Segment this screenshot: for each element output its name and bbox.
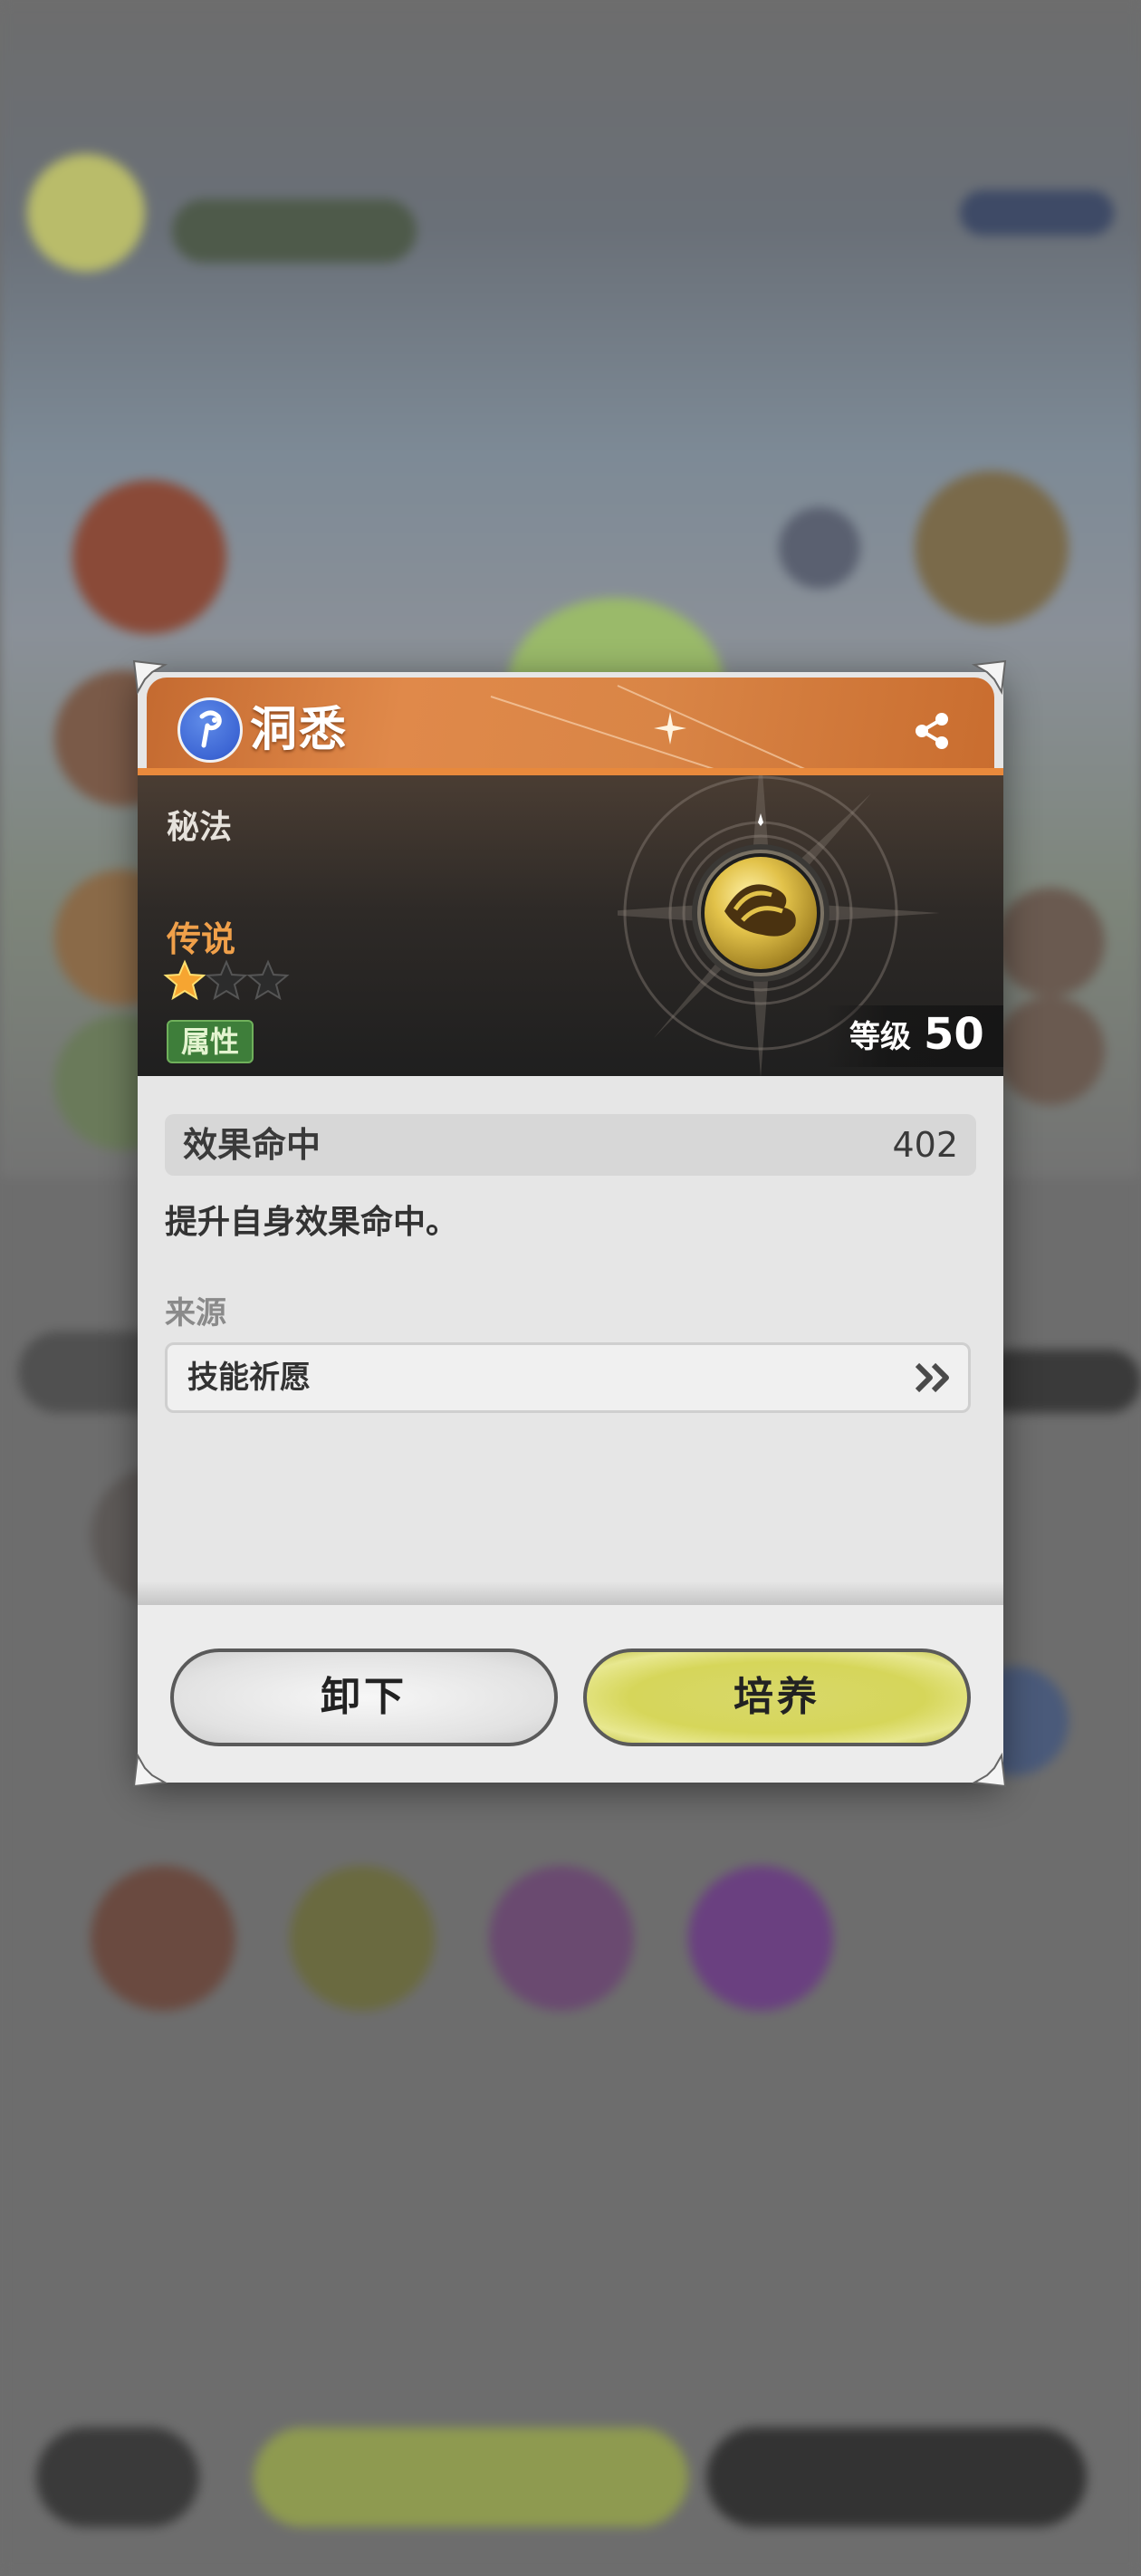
header-divider (138, 768, 1003, 775)
item-rarity: 传说 (167, 919, 236, 959)
star-filled-icon (163, 959, 206, 1001)
level-value: 50 (924, 1009, 984, 1060)
double-chevron-right-icon (915, 1362, 949, 1393)
frame-corner-icon (971, 1752, 1007, 1788)
item-detail-dialog: 洞悉 秘法 传说 属性 等级 50 效果命中 402 提升自身效果命中。 来源 … (138, 672, 1003, 1783)
stat-value: 402 (892, 1125, 958, 1165)
item-name: 洞悉 (250, 703, 349, 757)
item-category: 秘法 (167, 809, 233, 846)
train-button[interactable]: 培养 (583, 1648, 971, 1746)
star-empty-icon (205, 959, 248, 1001)
blue-sigil-icon (177, 697, 243, 763)
attribute-tag[interactable]: 属性 (167, 1020, 254, 1063)
item-description: 提升自身效果命中。 (165, 1204, 459, 1241)
stat-row: 效果命中 402 (165, 1114, 976, 1176)
source-entry-label: 技能祈愿 (187, 1360, 311, 1396)
stat-name: 效果命中 (183, 1125, 321, 1165)
source-entry-button[interactable]: 技能祈愿 (165, 1342, 971, 1413)
frame-corner-icon (971, 659, 1007, 696)
share-icon[interactable] (909, 708, 954, 754)
footer-divider (138, 1581, 1003, 1605)
sparkle-icon (654, 712, 686, 745)
level-label: 等级 (849, 1019, 911, 1055)
frame-corner-icon (132, 659, 168, 696)
item-banner: 秘法 传说 属性 等级 50 (138, 775, 1003, 1076)
frame-corner-icon (132, 1752, 168, 1788)
star-empty-icon (246, 959, 290, 1001)
source-label: 来源 (165, 1295, 226, 1331)
unequip-button[interactable]: 卸下 (170, 1648, 558, 1746)
star-rating (163, 959, 290, 1001)
